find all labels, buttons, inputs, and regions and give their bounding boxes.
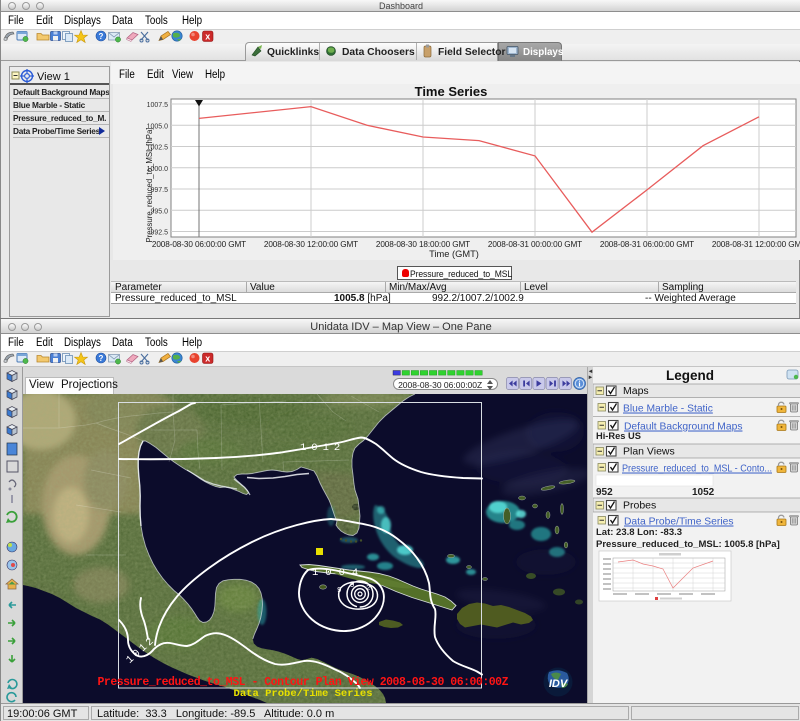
svg-text:2008-08-30 06:00:00 GMT: 2008-08-30 06:00:00 GMT — [152, 240, 246, 249]
svg-text:1004: 1004 — [312, 567, 365, 579]
svg-text:Hi-Res US: Hi-Res US — [596, 431, 641, 441]
svg-text:1052: 1052 — [692, 487, 715, 498]
svg-text:Plan Views: Plan Views — [623, 446, 675, 458]
svg-text:2008-08-31 00:00:00 GMT: 2008-08-31 00:00:00 GMT — [488, 240, 582, 249]
svg-text:2008-08-30 12:00:00 GMT: 2008-08-30 12:00:00 GMT — [264, 240, 358, 249]
svg-text:1007.5: 1007.5 — [147, 102, 169, 109]
svg-text:2008-08-31 06:00:00 GMT: 2008-08-31 06:00:00 GMT — [600, 240, 694, 249]
svg-text:Time (GMT): Time (GMT) — [429, 249, 479, 259]
svg-text:Blue Marble - Static: Blue Marble - Static — [623, 404, 713, 415]
svg-text:Lat: 23.8 Lon: -83.3: Lat: 23.8 Lon: -83.3 — [596, 527, 682, 538]
svg-text:2008-08-31 12:00:00 GMT: 2008-08-31 12:00:00 GMT — [712, 240, 800, 249]
svg-text:x: x — [205, 354, 210, 364]
svg-text:Pressure_reduced_to_MSL: 1005.: Pressure_reduced_to_MSL: 1005.8 [hPa] — [596, 539, 780, 550]
svg-text:?: ? — [99, 354, 104, 363]
svg-text:Pressure_reduced_to_MSL [hPa]: Pressure_reduced_to_MSL [hPa] — [145, 127, 154, 242]
svg-text:2008-08-30 18:00:00 GMT: 2008-08-30 18:00:00 GMT — [376, 240, 470, 249]
svg-text:?: ? — [99, 32, 104, 41]
svg-text:9: 9 — [337, 587, 342, 595]
svg-text:Data Probe/Time Series: Data Probe/Time Series — [624, 517, 734, 528]
svg-text:1012: 1012 — [300, 442, 345, 454]
svg-text:2: 2 — [366, 585, 371, 593]
svg-text:x: x — [205, 32, 210, 42]
svg-text:Pressure_reduced_to_MSL - Cont: Pressure_reduced_to_MSL - Conto... — [622, 464, 772, 475]
svg-text:Data Probe/Time Series: Data Probe/Time Series — [234, 688, 373, 700]
svg-text:Default Background Maps: Default Background Maps — [624, 422, 742, 433]
svg-text:9: 9 — [350, 582, 355, 590]
svg-text:Maps: Maps — [623, 385, 649, 397]
svg-text:IDV: IDV — [549, 678, 569, 690]
svg-text:Probes: Probes — [623, 500, 656, 512]
svg-text:952: 952 — [596, 487, 613, 498]
svg-text:Legend: Legend — [666, 368, 714, 383]
